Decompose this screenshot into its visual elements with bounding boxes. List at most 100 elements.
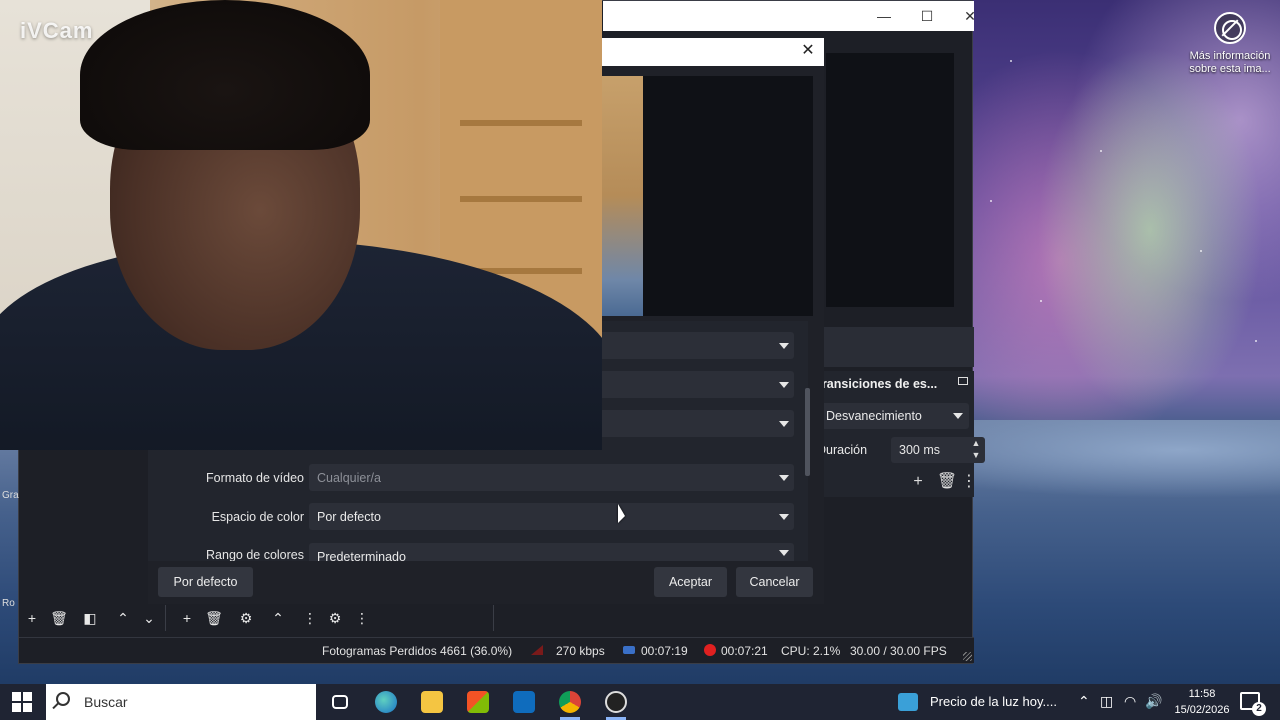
taskbar-chrome[interactable] [550,688,590,720]
defaults-button[interactable]: Por defecto [158,567,253,597]
webcam-shelf [460,196,582,202]
edge-icon [375,691,397,713]
search-placeholder: Buscar [84,694,128,710]
move-scene-up-button[interactable]: ⌃ [112,607,134,629]
transition-menu-button[interactable]: ⋮ [961,471,977,493]
stream-icon [623,646,635,654]
remove-source-button[interactable]: 🗑 [203,607,225,629]
ok-button[interactable]: Aceptar [654,567,727,597]
spotlight-info[interactable]: Más información sobre esta ima... [1180,12,1280,76]
cancel-button[interactable]: Cancelar [736,567,813,597]
scene-filters-button[interactable]: ◧ [79,607,101,629]
store-icon [467,691,489,713]
maximize-button[interactable]: ☐ [916,5,938,27]
meet-icon[interactable]: ◫ [1100,693,1113,710]
transitions-dock-title: Transiciones de es... [821,375,974,393]
stream-time: 00:07:19 [641,644,688,658]
audio-menu-button[interactable]: ⋮ [355,607,369,629]
minimize-button[interactable]: — [873,5,895,27]
chevron-up-icon[interactable]: ⌃ [1078,693,1090,710]
duration-value: 300 ms [899,443,940,457]
clock-date: 15/02/2026 [1174,704,1230,716]
undock-icon[interactable] [958,377,968,385]
color-space-value: Por defecto [317,510,381,524]
webcam-person-hair [80,0,370,150]
remove-transition-button[interactable]: 🗑 [936,471,958,493]
webcam-shelf [460,120,582,126]
ivcam-logo: iVCam [20,18,94,43]
move-source-up-button[interactable]: ⌃ [267,607,289,629]
duration-label-text: Duración [817,443,868,457]
spin-up-icon[interactable]: ▲ [971,439,981,448]
resize-grip-icon[interactable] [963,652,972,661]
taskbar-obs[interactable] [596,688,636,720]
close-button[interactable]: ✕ [959,5,981,27]
windows-logo-icon [23,692,32,701]
transition-select[interactable]: Desvanecimiento [821,403,969,429]
obs-titlebar: — ☐ ✕ [603,1,976,31]
task-view-icon [332,695,348,709]
network-icon [531,645,543,655]
chevron-down-icon [779,343,789,349]
taskbar-store[interactable] [458,688,498,716]
chevron-down-icon [779,475,789,481]
folder-icon [421,691,443,713]
clock-time: 11:58 [1188,688,1216,700]
cpu-usage: CPU: 2.1% [781,644,841,658]
source-menu-button[interactable]: ⋮ [303,607,317,629]
dialog-preview [643,76,813,316]
add-scene-button[interactable]: + [21,607,43,629]
dropped-frames: Fotogramas Perdidos 4661 (36.0%) [322,644,513,658]
source-properties-button[interactable]: ⚙ [235,607,257,629]
obs-icon [605,691,627,713]
audio-settings-button[interactable]: ⚙ [324,607,346,629]
program-preview [826,53,954,307]
video-format-value: Cualquier/a [317,471,381,485]
spotlight-label: Más información sobre esta ima... [1189,50,1271,75]
windows-logo-icon [12,703,21,712]
color-range-label: Rango de colores [206,548,304,561]
color-range-select[interactable]: Predeterminado [309,543,794,561]
camera-lens-icon [1214,12,1246,44]
taskbar-clock[interactable]: 11:58 15/02/2026 [1170,686,1234,718]
notifications-count: 2 [1252,702,1266,716]
task-view-button[interactable] [320,688,360,716]
start-button[interactable] [12,692,32,712]
add-source-button[interactable]: + [176,607,198,629]
clipped-row: Rango de colores Predeterminado [148,543,808,561]
toolbar-divider [493,605,494,631]
windows-logo-icon [23,703,32,712]
taskbar-search[interactable]: Buscar [46,684,316,720]
news-headline: Precio de la luz hoy.... [930,694,1057,709]
video-format-select[interactable]: Cualquier/a [309,464,794,491]
mouse-cursor-icon [618,504,625,523]
chevron-down-icon [779,550,789,556]
color-range-value: Predeterminado [317,550,406,561]
bitrate: 270 kbps [556,644,605,658]
duration-spinbox[interactable]: 300 ms ▲ ▼ [891,437,985,463]
news-icon [898,693,918,711]
color-space-select[interactable]: Por defecto [309,503,794,530]
duration-label: Duración [817,443,867,457]
properties-scrollbar[interactable] [805,388,810,476]
move-scene-down-button[interactable]: ⌄ [138,607,160,629]
volume-icon[interactable]: 🔊 [1145,693,1162,710]
taskbar-explorer[interactable] [412,688,452,716]
edge-label-gra: Gra [2,490,19,501]
dock-header-strip [804,327,974,367]
spin-down-icon[interactable]: ▼ [971,451,981,460]
dialog-close-button[interactable]: ✕ [798,41,818,61]
wifi-icon[interactable]: ◠ [1124,693,1136,710]
scenes-sources-toolbar: + 🗑 ◧ ⌃ ⌄ + 🗑 ⚙ ⌃ ⋮ ⚙ ⋮ [19,605,974,633]
add-transition-button[interactable]: + [907,471,929,493]
taskbar-outlook[interactable] [504,688,544,716]
taskbar: Buscar Precio de la luz hoy.... ⌃ ◫ ◠ 🔊 … [0,684,1280,720]
chevron-down-icon [779,514,789,520]
notifications-icon[interactable]: 2 [1240,692,1266,716]
record-icon [704,644,716,656]
status-bar: Fotogramas Perdidos 4661 (36.0%) 270 kbp… [19,637,974,663]
windows-logo-icon [12,692,21,701]
chevron-down-icon [779,421,789,427]
remove-scene-button[interactable]: 🗑 [48,607,70,629]
taskbar-edge[interactable] [366,688,406,716]
